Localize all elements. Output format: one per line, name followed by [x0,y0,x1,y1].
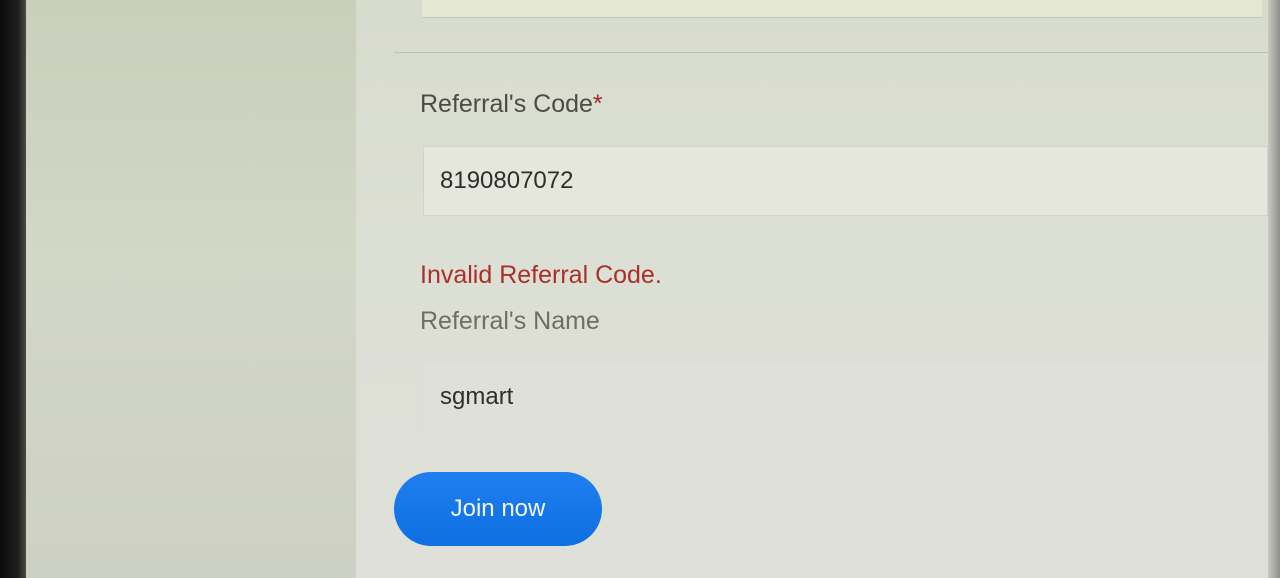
referral-code-error: Invalid Referral Code. [420,261,662,289]
previous-field-input[interactable] [422,0,1262,18]
referral-name-label: Referral's Name [420,307,600,335]
referral-name-input[interactable]: sgmart [423,362,1268,432]
required-asterisk: * [592,90,603,118]
left-background-strip [26,0,356,578]
referral-code-label: Referral's Code* [420,90,603,119]
referral-name-value: sgmart [440,383,514,410]
referral-code-label-text: Referral's Code [420,90,593,118]
referral-code-input[interactable]: 8190807072 [423,146,1268,216]
screen: Referral's Code* 8190807072 Invalid Refe… [0,0,1280,578]
section-divider [394,52,1268,53]
monitor-bezel-right [1268,0,1280,578]
referral-code-value: 8190807072 [440,167,574,194]
monitor-bezel-left [0,0,26,578]
join-now-button[interactable]: Join now [394,472,602,546]
